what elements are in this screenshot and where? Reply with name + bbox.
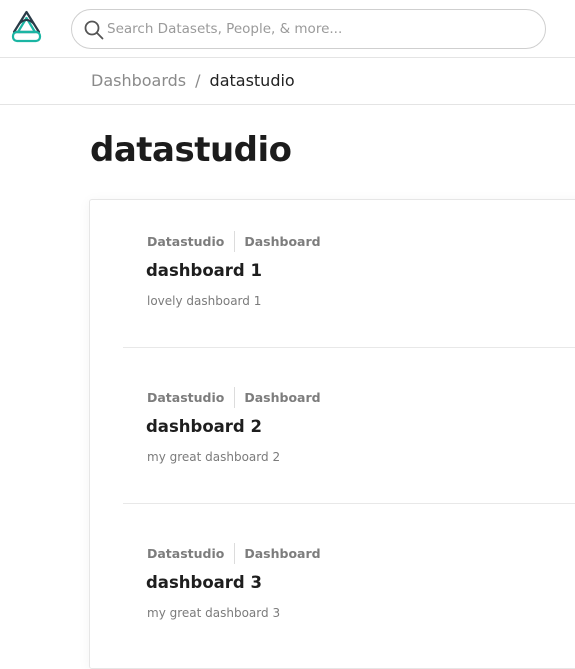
page-title: datastudio xyxy=(90,130,292,170)
list-divider xyxy=(123,347,575,348)
logo-icon[interactable] xyxy=(10,10,43,45)
tag-divider xyxy=(234,542,236,564)
dashboard-title-link[interactable]: dashboard 1 xyxy=(146,261,262,280)
list-item: Datastudio Dashboard dashboard 2 my grea… xyxy=(90,356,575,512)
item-tags: Datastudio Dashboard xyxy=(147,386,321,408)
search-input[interactable] xyxy=(107,10,527,48)
breadcrumb-link-dashboards[interactable]: Dashboards xyxy=(91,71,186,90)
search-icon xyxy=(84,20,104,40)
platform-tag: Datastudio xyxy=(147,545,225,561)
type-tag: Dashboard xyxy=(244,233,321,249)
list-divider xyxy=(123,503,575,504)
search-bar[interactable] xyxy=(71,9,546,49)
type-tag: Dashboard xyxy=(244,389,321,405)
dashboard-description: my great dashboard 3 xyxy=(147,606,281,620)
item-tags: Datastudio Dashboard xyxy=(147,230,321,252)
list-item: Datastudio Dashboard dashboard 1 lovely … xyxy=(90,200,575,356)
dashboard-title-link[interactable]: dashboard 2 xyxy=(146,417,262,436)
top-navigation-bar xyxy=(0,0,575,58)
breadcrumb-current: datastudio xyxy=(209,71,295,90)
dashboard-title-link[interactable]: dashboard 3 xyxy=(146,573,262,592)
list-item: Datastudio Dashboard dashboard 3 my grea… xyxy=(90,512,575,668)
breadcrumb: Dashboards / datastudio xyxy=(91,71,295,91)
dashboard-description: lovely dashboard 1 xyxy=(147,294,262,308)
platform-tag: Datastudio xyxy=(147,389,225,405)
breadcrumb-separator: / xyxy=(195,71,201,90)
breadcrumb-bar: Dashboards / datastudio xyxy=(0,58,575,105)
item-tags: Datastudio Dashboard xyxy=(147,542,321,564)
dashboard-list: Datastudio Dashboard dashboard 1 lovely … xyxy=(89,199,575,669)
platform-tag: Datastudio xyxy=(147,233,225,249)
tag-divider xyxy=(234,230,236,252)
dashboard-description: my great dashboard 2 xyxy=(147,450,281,464)
tag-divider xyxy=(234,386,236,408)
type-tag: Dashboard xyxy=(244,545,321,561)
